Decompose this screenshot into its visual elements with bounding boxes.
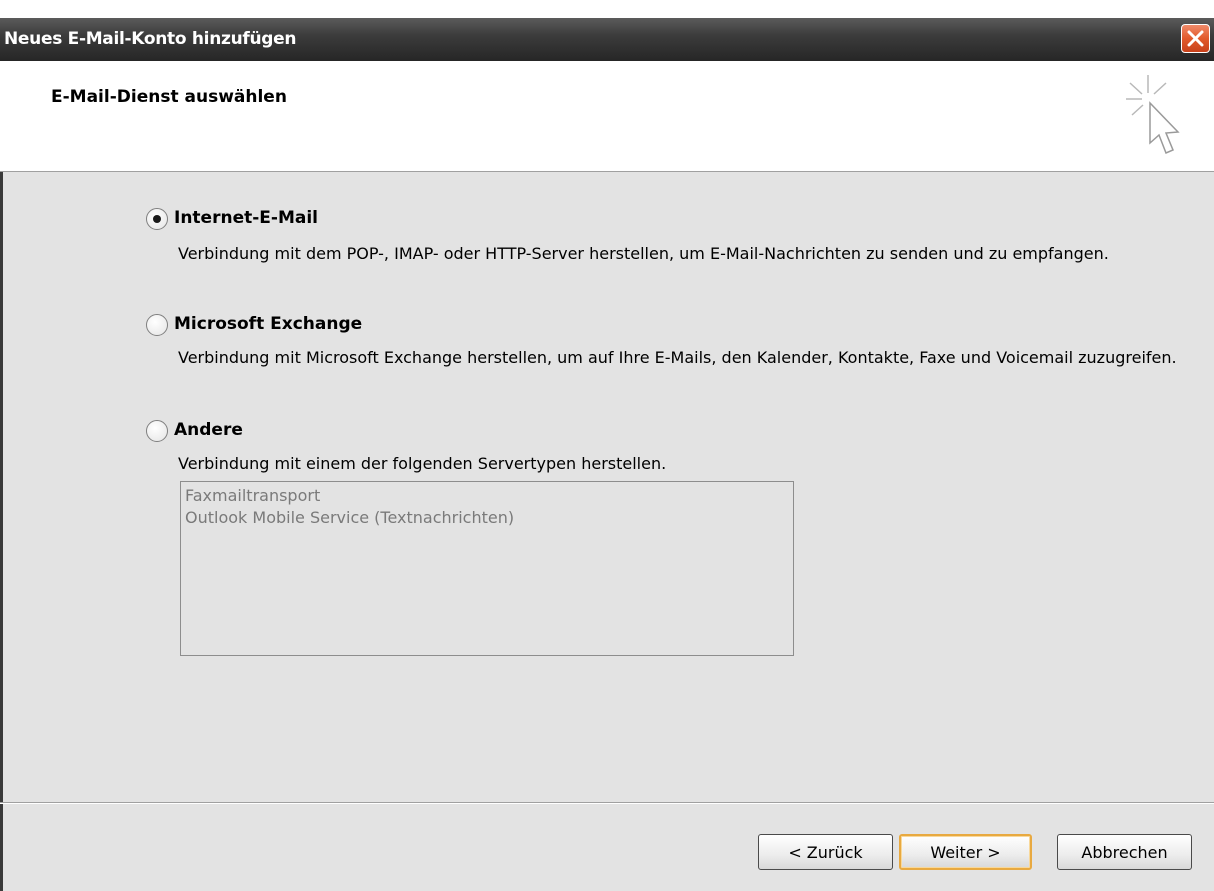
option-label: Andere <box>174 420 243 440</box>
option-description: Verbindung mit einem der folgenden Serve… <box>178 454 667 473</box>
radio-andere[interactable] <box>146 420 168 442</box>
option-label: Microsoft Exchange <box>174 314 363 334</box>
radio-microsoft-exchange[interactable] <box>146 314 168 336</box>
footer-divider <box>0 802 1214 804</box>
cursor-sparkle-icon <box>1126 75 1180 154</box>
dialog-window: Neues E-Mail-Konto hinzufügen E-Mail-Die… <box>0 0 1214 891</box>
next-button[interactable]: Weiter > <box>899 834 1032 870</box>
option-label: Internet-E-Mail <box>174 208 318 228</box>
option-description: Verbindung mit dem POP-, IMAP- oder HTTP… <box>178 244 1109 263</box>
title-bar[interactable]: Neues E-Mail-Konto hinzufügen <box>0 0 1214 61</box>
back-button[interactable]: < Zurück <box>758 834 893 870</box>
cancel-button[interactable]: Abbrechen <box>1057 834 1192 870</box>
list-item[interactable]: Faxmailtransport <box>185 485 789 507</box>
close-button[interactable] <box>1181 24 1210 53</box>
list-item[interactable]: Outlook Mobile Service (Textnachrichten) <box>185 507 789 529</box>
window-border <box>0 61 3 891</box>
window-title: Neues E-Mail-Konto hinzufügen <box>4 29 297 49</box>
option-description: Verbindung mit Microsoft Exchange herste… <box>178 348 1177 367</box>
radio-internet-email[interactable] <box>146 208 168 230</box>
page-title: E-Mail-Dienst auswählen <box>51 87 287 107</box>
close-icon <box>1187 30 1204 47</box>
wizard-header: E-Mail-Dienst auswählen <box>0 61 1214 172</box>
server-type-list[interactable]: Faxmailtransport Outlook Mobile Service … <box>180 481 794 656</box>
